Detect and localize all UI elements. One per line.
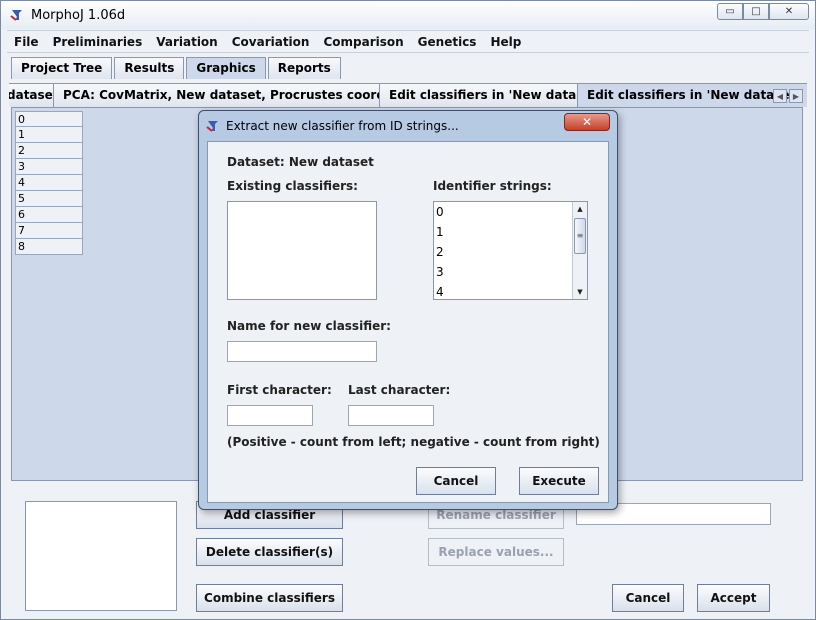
- tab-project-tree[interactable]: Project Tree: [11, 57, 113, 79]
- tab-scroll-left-icon[interactable]: ◀: [773, 89, 787, 103]
- list-item[interactable]: 6: [15, 207, 83, 223]
- menu-bar: File Preliminaries Variation Covariation…: [7, 30, 809, 53]
- list-item[interactable]: 0: [434, 202, 587, 222]
- list-item[interactable]: 2: [434, 242, 587, 262]
- menu-covariation[interactable]: Covariation: [225, 35, 317, 49]
- list-item[interactable]: 5: [15, 191, 83, 207]
- menu-genetics[interactable]: Genetics: [411, 35, 484, 49]
- scroll-up-icon[interactable]: ▲: [573, 202, 587, 216]
- identifier-strings-list[interactable]: 0 1 2 3 4 ▲ ≡ ▼: [433, 201, 588, 300]
- list-item[interactable]: 4: [15, 175, 83, 191]
- menu-file[interactable]: File: [7, 35, 46, 49]
- graphics-tabs: dataset PCA: CovMatrix, New dataset, Pro…: [9, 83, 807, 107]
- execute-button[interactable]: Execute: [519, 467, 599, 495]
- dialog-close-button[interactable]: ✕: [564, 113, 610, 131]
- tab-graphics[interactable]: Graphics: [186, 57, 266, 79]
- last-character-input[interactable]: [348, 405, 434, 426]
- list-item[interactable]: 4: [434, 282, 587, 299]
- replace-values-button[interactable]: Replace values...: [428, 538, 564, 566]
- cancel-button[interactable]: Cancel: [612, 584, 684, 612]
- scroll-down-icon[interactable]: ▼: [573, 285, 587, 299]
- morphoj-logo-icon: [205, 118, 221, 134]
- classifier-list[interactable]: [25, 501, 177, 611]
- minimize-button[interactable]: ▭: [717, 3, 743, 20]
- close-button[interactable]: ✕: [769, 3, 809, 20]
- dialog-body: Dataset: New dataset Existing classifier…: [207, 141, 609, 503]
- dialog-cancel-button[interactable]: Cancel: [416, 467, 496, 495]
- menu-help[interactable]: Help: [483, 35, 528, 49]
- menu-preliminaries[interactable]: Preliminaries: [46, 35, 150, 49]
- tab-scroll-right-icon[interactable]: ▶: [789, 89, 803, 103]
- identifier-strings-label: Identifier strings:: [433, 179, 552, 193]
- list-item[interactable]: 8: [15, 239, 83, 255]
- menu-variation[interactable]: Variation: [149, 35, 225, 49]
- existing-classifiers-label: Existing classifiers:: [227, 179, 358, 193]
- scroll-thumb[interactable]: ≡: [574, 218, 586, 254]
- list-item[interactable]: 3: [15, 159, 83, 175]
- first-character-label: First character:: [227, 383, 332, 397]
- delete-classifiers-button[interactable]: Delete classifier(s): [196, 538, 343, 566]
- combine-classifiers-button[interactable]: Combine classifiers: [196, 584, 343, 612]
- list-item[interactable]: 1: [15, 127, 83, 143]
- identifier-scrollbar[interactable]: ▲ ≡ ▼: [572, 202, 587, 299]
- accept-button[interactable]: Accept: [697, 584, 770, 612]
- id-list: 0 1 2 3 4 5 6 7 8: [15, 111, 83, 255]
- extract-classifier-dialog: Extract new classifier from ID strings..…: [198, 110, 618, 510]
- title-bar[interactable]: MorphoJ 1.06d ▭ □ ✕: [1, 1, 815, 29]
- dialog-title: Extract new classifier from ID strings..…: [226, 119, 459, 133]
- tab-results[interactable]: Results: [114, 57, 185, 79]
- classifier-name-input[interactable]: [227, 341, 377, 362]
- window-title: MorphoJ 1.06d: [31, 7, 126, 23]
- list-item[interactable]: 1: [434, 222, 587, 242]
- first-character-input[interactable]: [227, 405, 313, 426]
- count-hint: (Positive - count from left; negative - …: [227, 435, 600, 449]
- name-label: Name for new classifier:: [227, 319, 391, 333]
- existing-classifiers-list[interactable]: [227, 201, 377, 300]
- main-tabs: Project Tree Results Graphics Reports: [11, 57, 343, 79]
- list-item[interactable]: 2: [15, 143, 83, 159]
- dataset-label: Dataset: New dataset: [227, 155, 374, 169]
- morphoj-logo-icon: [9, 7, 25, 23]
- last-character-label: Last character:: [348, 383, 451, 397]
- tab-reports[interactable]: Reports: [267, 57, 341, 79]
- window-controls: ▭ □ ✕: [717, 3, 809, 20]
- list-item[interactable]: 3: [434, 262, 587, 282]
- maximize-button[interactable]: □: [743, 3, 769, 20]
- list-item[interactable]: 7: [15, 223, 83, 239]
- list-item[interactable]: 0: [15, 111, 83, 127]
- menu-comparison[interactable]: Comparison: [316, 35, 410, 49]
- dialog-title-bar[interactable]: Extract new classifier from ID strings..…: [205, 114, 459, 138]
